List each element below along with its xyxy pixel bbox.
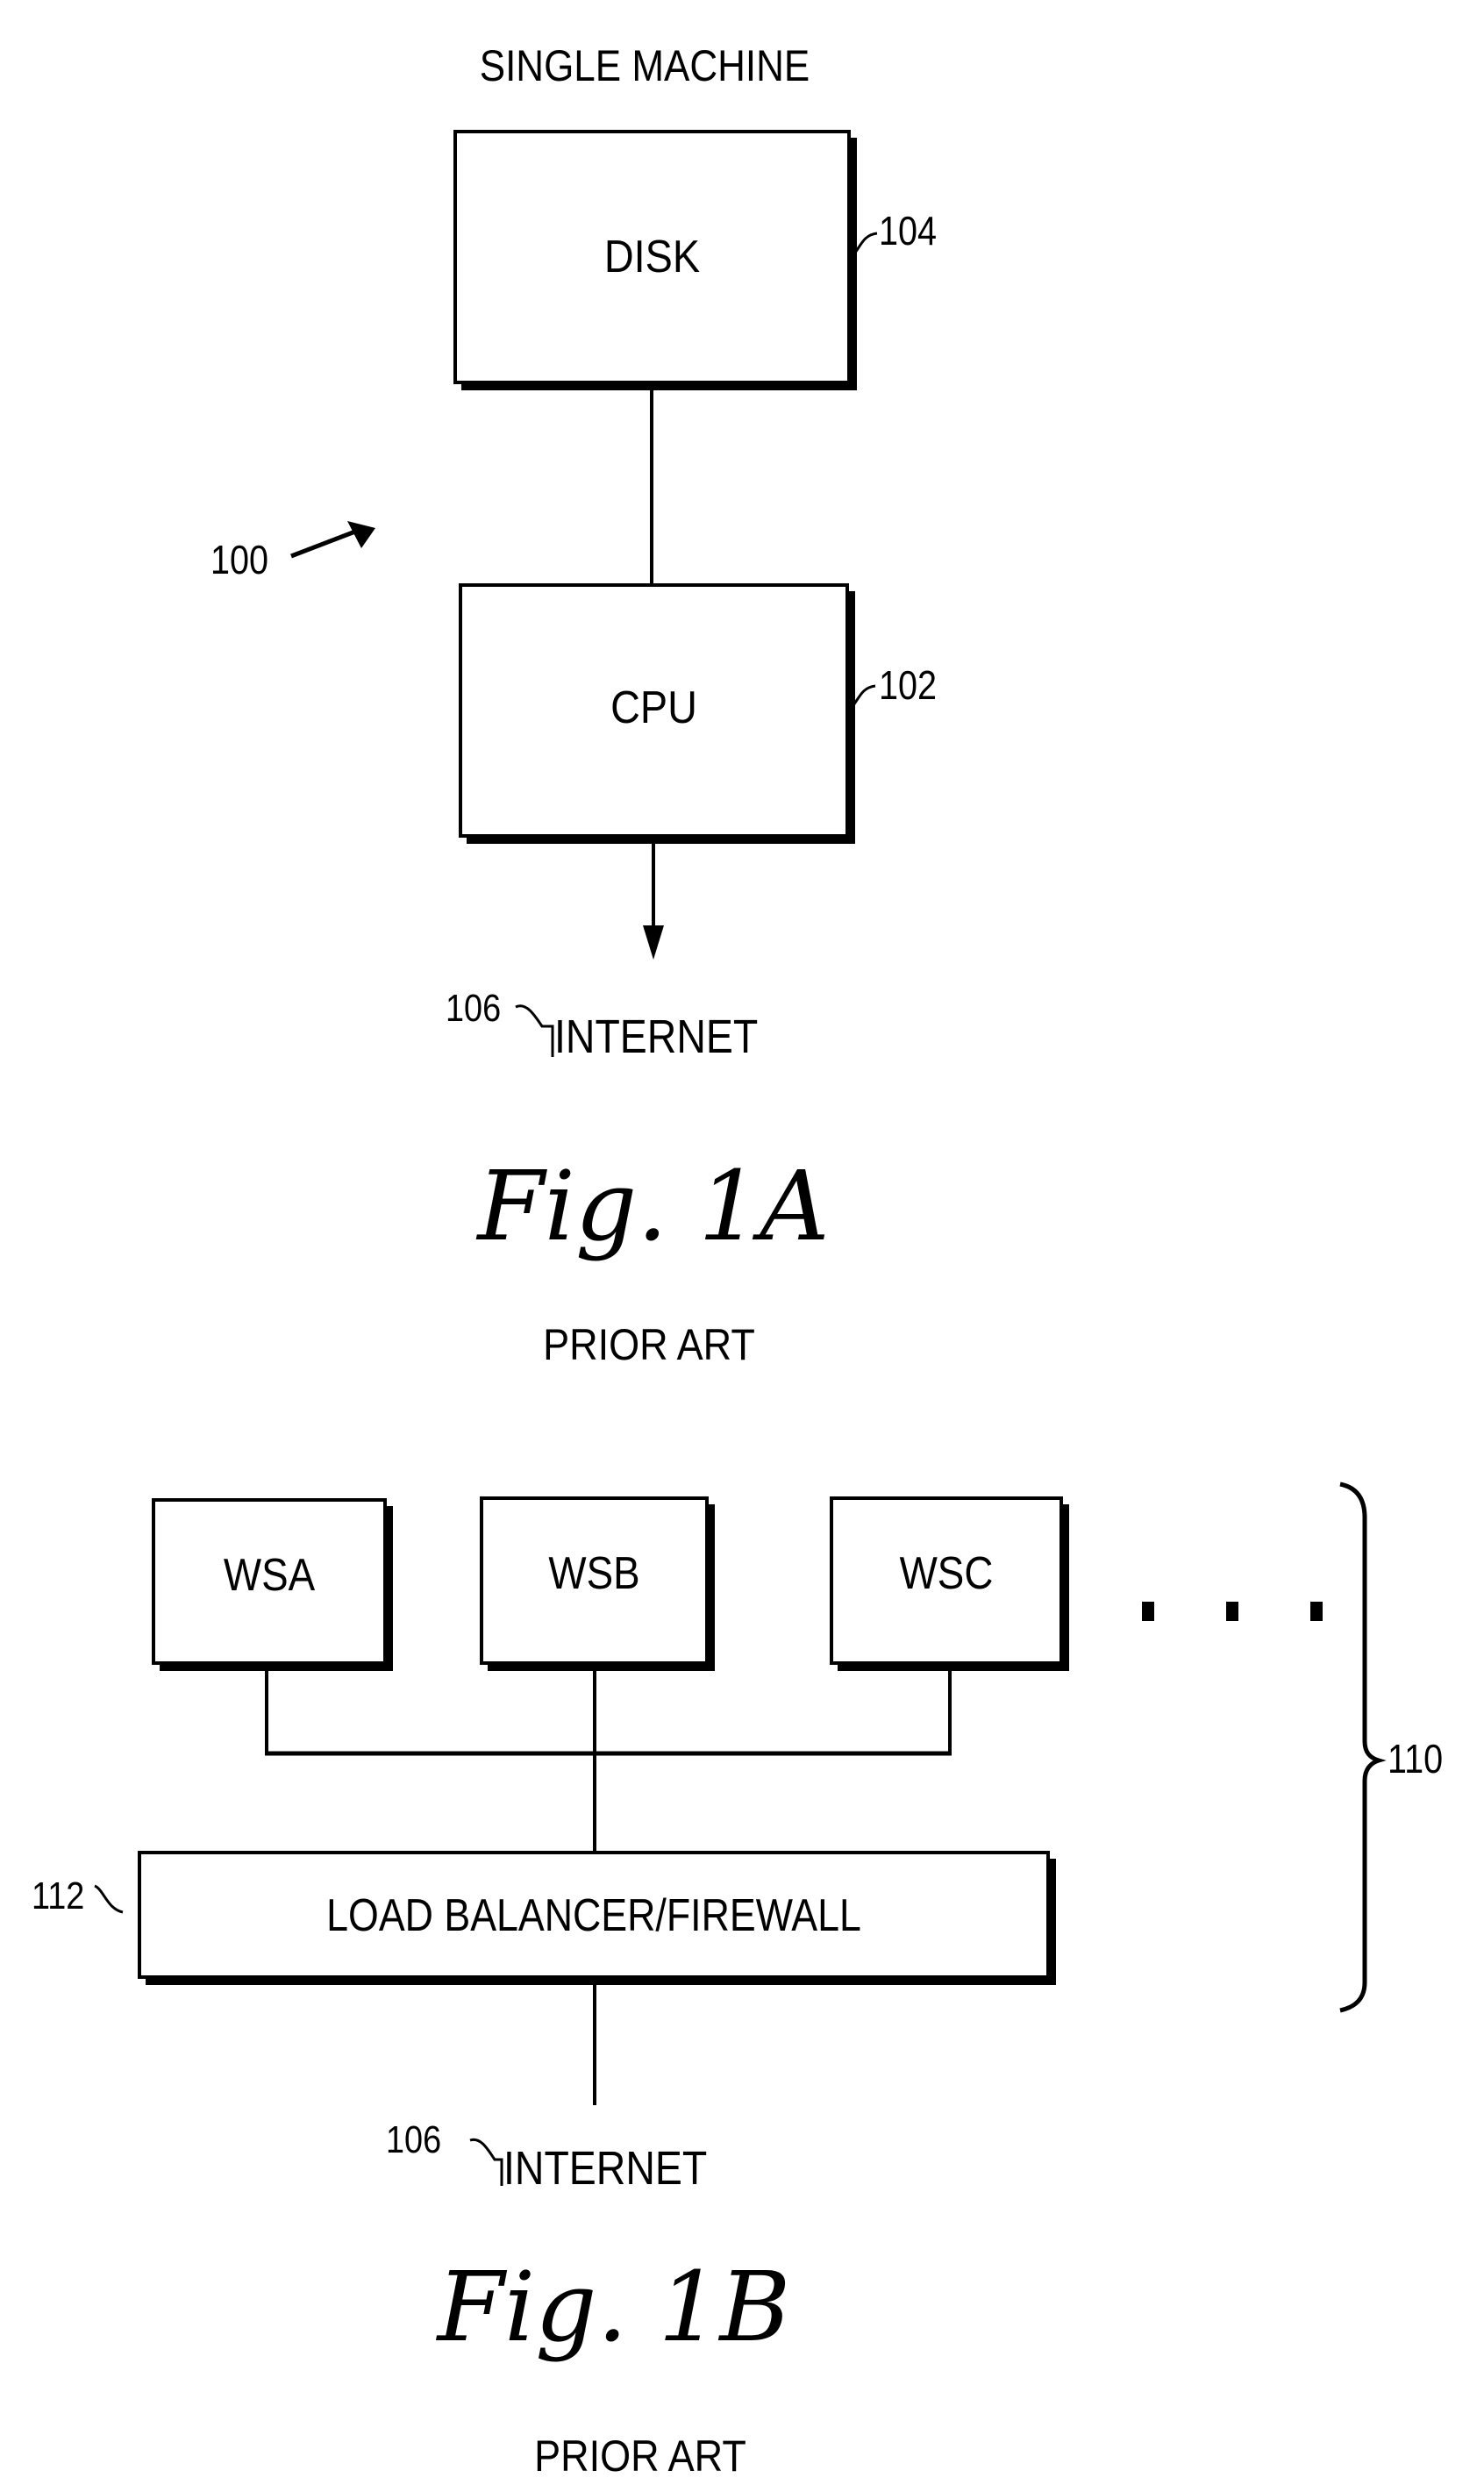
cpu-label: CPU xyxy=(610,682,697,733)
server-label: WSB xyxy=(548,1548,640,1599)
cpu-box: CPU xyxy=(459,583,849,838)
internet-ref-number-1a: 106 xyxy=(446,987,502,1030)
disk-label: DISK xyxy=(603,232,701,282)
internet-label-1a: INTERNET xyxy=(554,1010,759,1063)
cpu-internet-arrowhead xyxy=(643,925,664,960)
lb-ref-leader xyxy=(94,1884,124,1914)
load-balancer-box: LOAD BALANCER/FIREWALL xyxy=(138,1851,1050,1979)
server-box-wsa: WSA xyxy=(152,1498,387,1665)
figure-1a-caption: Fig. 1A xyxy=(477,1150,830,1262)
cpu-ref-number: 102 xyxy=(879,662,938,708)
ellipsis-dot xyxy=(1310,1602,1323,1621)
server-label: WSC xyxy=(899,1548,994,1599)
ellipsis-dot xyxy=(1226,1602,1238,1621)
disk-box: DISK xyxy=(453,130,851,384)
cpu-ref-leader xyxy=(849,684,876,710)
ellipsis-dot xyxy=(1142,1602,1154,1621)
group-brace xyxy=(1339,1482,1387,2013)
internet-label-1b: INTERNET xyxy=(503,2142,708,2195)
disk-ref-number: 104 xyxy=(879,208,938,253)
group-ref-number: 110 xyxy=(1388,1736,1444,1782)
server-box-wsc: WSC xyxy=(830,1496,1063,1665)
system-ref-arrow-shaft xyxy=(290,529,356,559)
internet-ref-leader-1a xyxy=(515,1004,554,1057)
figure-1b-subcaption: PRIOR ART xyxy=(534,2431,746,2481)
server-box-wsb: WSB xyxy=(480,1496,709,1665)
internet-ref-number-1b: 106 xyxy=(386,2118,442,2161)
system-ref-number: 100 xyxy=(210,537,269,582)
internet-ref-leader-1b xyxy=(469,2138,503,2186)
disk-ref-leader xyxy=(851,232,878,257)
load-balancer-label: LOAD BALANCER/FIREWALL xyxy=(326,1890,861,1941)
figure-1b-caption: Fig. 1B xyxy=(437,2251,791,2363)
load-balancer-ref-number: 112 xyxy=(32,1874,85,1917)
server-label: WSA xyxy=(223,1550,316,1601)
figure-1a-subcaption: PRIOR ART xyxy=(543,1320,755,1369)
figure-1a-title: SINGLE MACHINE xyxy=(479,41,810,90)
